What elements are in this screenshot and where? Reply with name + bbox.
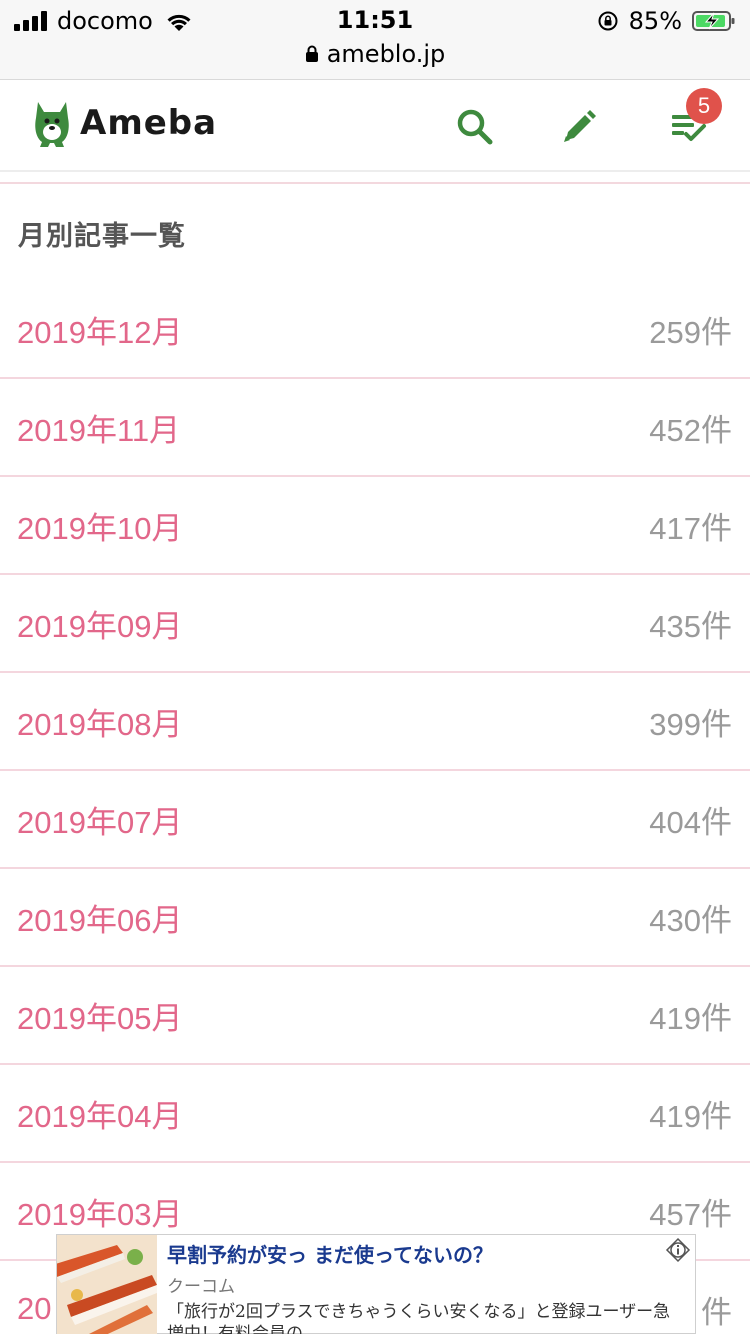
month-count: 399件 xyxy=(649,706,732,742)
month-row[interactable]: 2019年04月 419件 xyxy=(0,1065,750,1163)
month-row[interactable]: 2019年08月 399件 xyxy=(0,673,750,771)
month-label[interactable]: 2019年10月 xyxy=(17,503,182,548)
month-label[interactable]: 2019年11月 xyxy=(17,405,180,450)
month-count: 259件 xyxy=(649,314,732,350)
month-label[interactable]: 2019年07月 xyxy=(17,797,182,842)
search-icon[interactable] xyxy=(454,106,494,146)
ad-banner[interactable]: 早割予約が安っ まだ使ってないの？ クーコム 「旅行が2回プラスできちゃうくらい… xyxy=(56,1234,696,1334)
month-count: 457件 xyxy=(649,1196,732,1232)
url-bar[interactable]: ameblo.jp xyxy=(0,40,750,68)
url-text: ameblo.jp xyxy=(326,40,446,68)
month-count: 404件 xyxy=(649,804,732,840)
month-row[interactable]: 2019年07月 404件 xyxy=(0,771,750,869)
month-label[interactable]: 2019年05月 xyxy=(17,993,182,1038)
status-right: 85% xyxy=(597,6,736,36)
notification-badge[interactable]: 5 xyxy=(686,88,722,124)
month-count: 件 xyxy=(701,1294,732,1330)
battery-charging-icon xyxy=(692,11,735,31)
edit-icon[interactable] xyxy=(558,106,598,146)
month-row[interactable]: 2019年06月 430件 xyxy=(0,869,750,967)
month-row[interactable]: 2019年12月 259件 xyxy=(0,281,750,379)
ad-description: 「旅行が2回プラスできちゃうくらい安くなる」と登録ユーザー急増中！有料会員の… xyxy=(167,1302,671,1334)
month-count: 419件 xyxy=(649,1098,732,1134)
month-label[interactable]: 20 xyxy=(17,1291,51,1327)
ameba-mascot-icon xyxy=(35,102,69,147)
ad-body[interactable]: 早割予約が安っ まだ使ってないの？ クーコム 「旅行が2回プラスできちゃうくらい… xyxy=(157,1235,695,1334)
ad-info-icon[interactable] xyxy=(665,1237,691,1263)
month-label[interactable]: 2019年06月 xyxy=(17,895,182,940)
month-label[interactable]: 2019年04月 xyxy=(17,1091,182,1136)
month-row[interactable]: 2019年09月 435件 xyxy=(0,575,750,673)
month-count: 452件 xyxy=(649,412,732,448)
month-count: 435件 xyxy=(649,608,732,644)
month-archive-list: 2019年12月 259件 2019年11月 452件 2019年10月 417… xyxy=(0,281,750,1334)
header-divider xyxy=(0,182,750,184)
month-label[interactable]: 2019年09月 xyxy=(17,601,182,646)
month-row[interactable]: 2019年05月 419件 xyxy=(0,967,750,1065)
month-label[interactable]: 2019年12月 xyxy=(17,307,182,352)
month-label[interactable]: 2019年08月 xyxy=(17,699,182,744)
ad-title[interactable]: 早割予約が安っ まだ使ってないの？ xyxy=(167,1239,687,1268)
month-count: 417件 xyxy=(649,510,732,546)
battery-percent: 85% xyxy=(628,7,682,35)
month-count: 430件 xyxy=(649,902,732,938)
ameba-logo[interactable]: Ameba xyxy=(32,98,217,148)
crab-legs-image xyxy=(57,1235,157,1334)
status-bar: docomo 11:51 85% ameblo.jp xyxy=(0,0,750,80)
ad-image[interactable] xyxy=(57,1235,157,1334)
ad-advertiser: クーコム xyxy=(167,1277,235,1297)
rotation-lock-icon xyxy=(598,11,618,31)
month-count: 419件 xyxy=(649,1000,732,1036)
padlock-icon xyxy=(305,45,318,62)
month-row[interactable]: 2019年10月 417件 xyxy=(0,477,750,575)
month-label[interactable]: 2019年03月 xyxy=(17,1189,182,1234)
app-header: Ameba 5 xyxy=(0,80,750,172)
section-title: 月別記事一覧 xyxy=(18,221,186,252)
month-row[interactable]: 2019年11月 452件 xyxy=(0,379,750,477)
logo-text: Ameba xyxy=(80,103,218,143)
